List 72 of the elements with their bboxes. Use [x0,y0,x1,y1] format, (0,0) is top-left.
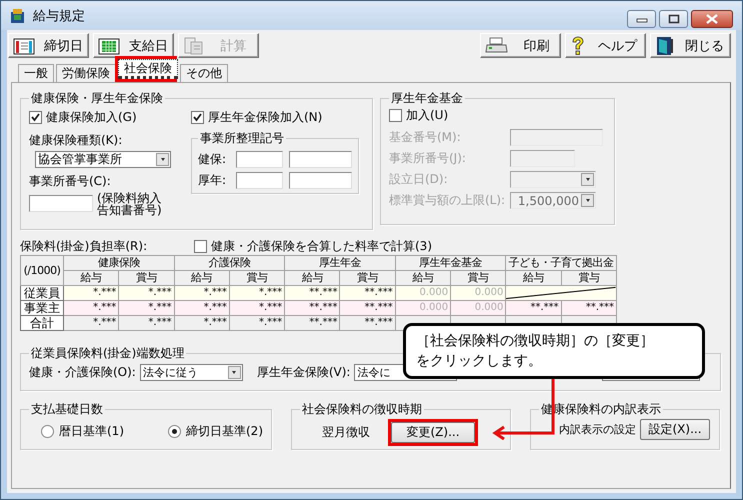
field-label: 事業所番号(J): [389,150,467,167]
table-cell: **.*** [340,300,396,316]
table-title: 保険料(掛金)負担率(R): [20,238,148,254]
table-header: 給与 [174,270,230,286]
table-cell: *.*** [229,300,285,316]
checkbox-label: 健康保険加入(G) [46,109,137,126]
window-title: 給与規定 [33,8,85,24]
table-cell: **.*** [284,300,340,316]
radio-label: 暦日基準(1) [59,423,124,440]
table-header: 賞与 [118,270,174,286]
table-header: 給与 [395,270,451,286]
setting-value: 翌月徴収 [322,424,370,441]
row-header: 従業員 [20,286,64,300]
table-cell: **.*** [284,316,340,330]
callout-tooltip: ［社会保険料の徴収時期］の［変更］ をクリックします。 [403,323,705,379]
table-cell: *.*** [229,286,285,300]
field-label: 事業所番号(C): [29,173,112,190]
table-header: 給与 [64,270,119,286]
table-cell: **.*** [340,286,396,300]
table-header: 賞与 [450,270,506,286]
table-header: 厚生年金 [284,256,396,270]
table-cell: *.*** [118,286,174,300]
group-title: 従業員保険料(掛金)端数処理 [31,346,184,360]
field-label: 基金番号(M): [389,129,462,146]
field-label: 厚年: [198,172,228,189]
field-note: (保険料納入 告知書番号) [97,192,162,216]
group-title: 支払基礎日数 [31,402,103,416]
table-header: 賞与 [561,270,616,286]
table-header: 賞与 [229,270,285,286]
table-header: 介護保険 [174,256,285,270]
table-cell: **.*** [506,300,562,316]
table-header: 子ども・子育て拠出金 [506,256,616,270]
field-label: 設立日(D): [389,171,449,188]
row-header: 合計 [20,316,64,330]
field-label: 標準賞与額の上限(L): [389,192,506,209]
table-cell: **.*** [284,286,340,300]
table-cell: 0.000 [450,286,506,300]
table-header: 健康保険 [64,256,174,270]
table-cell: *.*** [118,316,174,330]
table-cell: 0.000 [395,286,451,300]
table-cell: **.*** [561,300,616,316]
group-title: 社会保険料の徴収時期 [302,402,422,416]
field-label: 健康・介護保険(O): [29,364,136,381]
table-header: 厚生年金基金 [395,256,506,270]
table-cell: 0.000 [395,300,451,316]
table-cell: *.*** [118,300,174,316]
group-title: 厚生年金基金 [391,91,463,105]
checkbox-label: 加入(U) [406,107,448,124]
table-cell: *.*** [174,300,230,316]
checkbox-label: 厚生年金保険加入(N) [208,109,322,126]
field-label: 健康保険種類(K): [29,132,124,149]
group-title: 事業所整理記号 [200,131,284,145]
table-cell: *.*** [174,316,230,330]
field-label: 健保: [198,151,228,168]
setting-label: 内訳表示の設定 [559,422,636,437]
field-label: 厚生年金保険(V): [256,364,350,381]
table-cell: *.*** [229,316,285,330]
table-cell: 0.000 [450,300,506,316]
table-cell: **.*** [340,316,396,330]
table-header: 給与 [284,270,340,286]
table-cell: *.*** [64,286,119,300]
table-header: (/1000) [20,256,64,286]
table-cell: *.*** [64,316,119,330]
table-cell: *.*** [174,286,230,300]
radio-label: 締切日基準(2) [186,423,263,440]
table-header: 給与 [506,270,562,286]
table-header: 賞与 [340,270,396,286]
group-title: 健康保険料の内訳表示 [541,402,661,416]
group-title: 健康保険・厚生年金保険 [31,91,163,105]
row-header: 事業主 [20,300,64,316]
checkbox-label: 健康・介護保険を合算した料率で計算(3) [211,238,432,254]
table-cell: *.*** [64,300,119,316]
